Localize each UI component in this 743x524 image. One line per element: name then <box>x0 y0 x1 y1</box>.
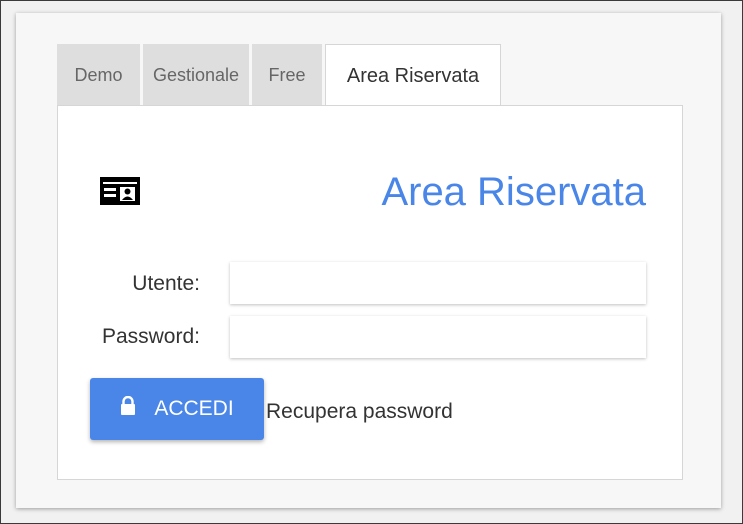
login-button-label: ACCEDI <box>154 397 234 420</box>
id-card-icon <box>99 176 141 206</box>
tab-area-riservata[interactable]: Area Riservata <box>325 44 501 107</box>
login-panel: Area Riservata Utente: Password: ACCEDI … <box>57 105 683 480</box>
recover-password-link[interactable]: Recupera password <box>266 400 453 424</box>
tab-free[interactable]: Free <box>252 44 322 106</box>
user-label: Utente: <box>132 272 200 295</box>
lock-icon <box>120 395 154 422</box>
tab-bar: Demo Gestionale Free Area Riservata <box>57 44 504 107</box>
tab-demo[interactable]: Demo <box>57 44 140 106</box>
password-label: Password: <box>101 325 200 348</box>
user-input[interactable] <box>230 262 646 304</box>
tab-gestionale[interactable]: Gestionale <box>143 44 249 106</box>
password-input[interactable] <box>230 316 646 358</box>
login-button[interactable]: ACCEDI <box>90 378 264 440</box>
panel-title: Area Riservata <box>381 170 646 214</box>
